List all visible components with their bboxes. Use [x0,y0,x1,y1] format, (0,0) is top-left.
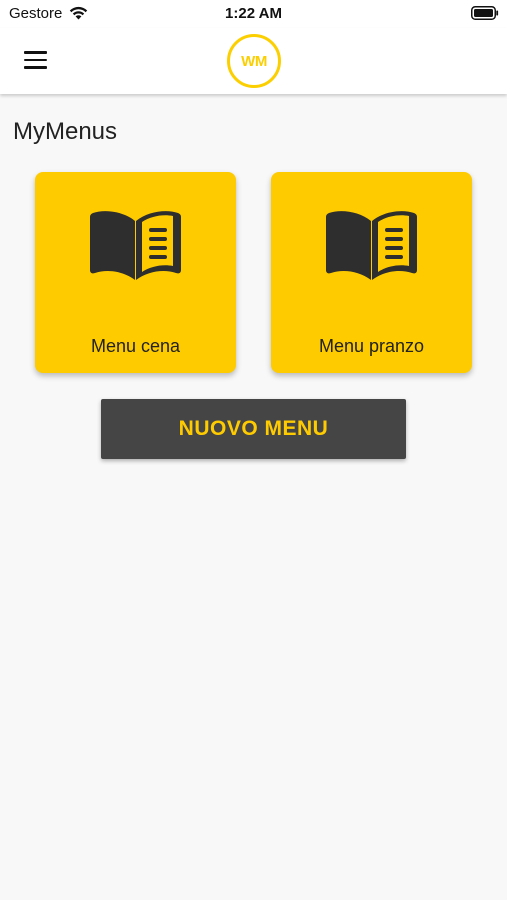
battery-icon [471,6,499,20]
menu-card-cena[interactable]: Menu cena [35,172,236,373]
page-title: MyMenus [13,118,118,145]
status-time: 1:22 AM [225,5,282,22]
open-book-icon [90,211,181,280]
app-logo: WM [227,34,281,88]
app-header: WM [0,28,507,94]
menu-card-pranzo[interactable]: Menu pranzo [271,172,472,373]
open-book-icon [326,211,417,280]
new-menu-button[interactable]: NUOVO MENU [101,399,406,459]
hamburger-icon[interactable] [18,44,52,76]
menu-card-label: Menu cena [90,336,181,356]
status-bar: Gestore 1:22 AM [0,0,507,28]
menu-card-label: Menu pranzo [318,336,425,356]
